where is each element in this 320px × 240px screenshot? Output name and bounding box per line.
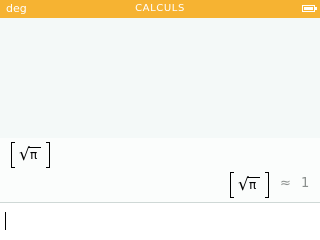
approx-symbol: ≈ [280,176,291,191]
history-output-matrix[interactable]: √ π [230,172,269,198]
approx-value[interactable]: 1 [301,176,309,192]
right-bracket [265,172,269,198]
history-entry[interactable]: √ π [0,138,320,202]
radical-sign-icon: √ [19,145,30,165]
status-bar: deg CALCULS [0,0,320,18]
left-bracket [11,142,15,168]
text-cursor [5,212,6,230]
history-input-matrix[interactable]: √ π [11,142,50,168]
expression-input[interactable] [0,203,320,240]
radical-sign-icon: √ [238,175,249,195]
right-bracket [46,142,50,168]
radicand: π [249,178,257,192]
left-bracket [230,172,234,198]
history-panel[interactable]: √ π √ π ≈ 1 [0,18,320,202]
battery-full-icon [302,5,317,12]
app-title: CALCULS [135,3,185,14]
radicand: π [30,148,38,162]
